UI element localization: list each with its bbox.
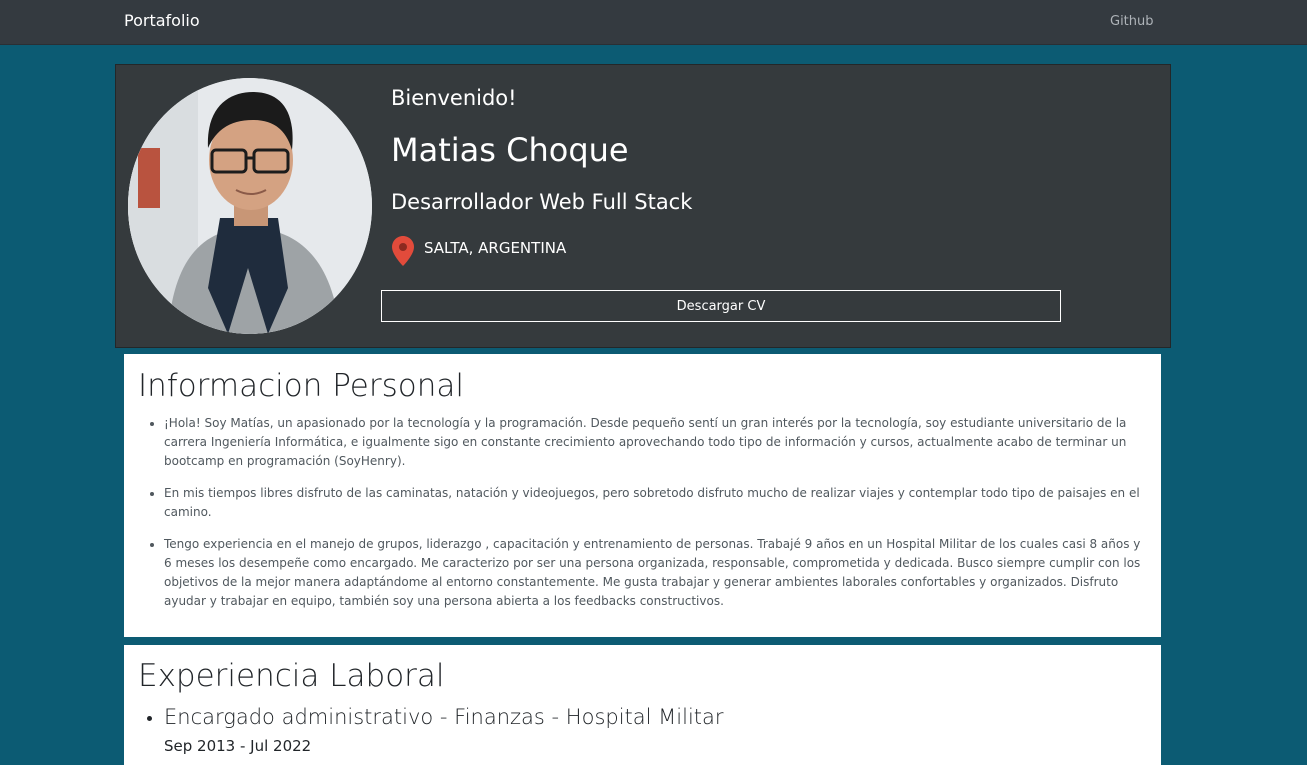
job-list: Encargado administrativo - Finanzas - Ho…: [164, 703, 1149, 755]
profile-role: Desarrollador Web Full Stack: [391, 190, 693, 214]
profile-header: Bienvenido! Matias Choque Desarrollador …: [115, 64, 1171, 348]
personal-info-list: ¡Hola! Soy Matías, un apasionado por la …: [164, 414, 1149, 624]
job-dates: Sep 2013 - Jul 2022: [164, 737, 312, 755]
work-experience-section: Experiencia Laboral Encargado administra…: [124, 645, 1161, 765]
top-navbar: Portafolio Github: [0, 0, 1307, 45]
personal-info-title: Informacion Personal: [138, 368, 464, 404]
list-item: ¡Hola! Soy Matías, un apasionado por la …: [164, 414, 1149, 471]
github-link[interactable]: Github: [1110, 14, 1154, 29]
profile-location: SALTA, ARGENTINA: [424, 239, 567, 257]
profile-photo: [128, 78, 372, 334]
location-pin-icon: [392, 236, 414, 266]
profile-name: Matias Choque: [391, 131, 629, 169]
list-item: Tengo experiencia en el manejo de grupos…: [164, 535, 1149, 611]
personal-info-section: Informacion Personal ¡Hola! Soy Matías, …: [124, 354, 1161, 637]
job-title: Encargado administrativo - Finanzas - Ho…: [164, 705, 724, 729]
work-experience-title: Experiencia Laboral: [138, 658, 445, 694]
list-item: En mis tiempos libres disfruto de las ca…: [164, 484, 1149, 522]
navbar-brand[interactable]: Portafolio: [124, 11, 200, 30]
download-cv-button[interactable]: Descargar CV: [381, 290, 1061, 322]
welcome-text: Bienvenido!: [391, 86, 517, 110]
job-item: Encargado administrativo - Finanzas - Ho…: [164, 703, 1149, 755]
